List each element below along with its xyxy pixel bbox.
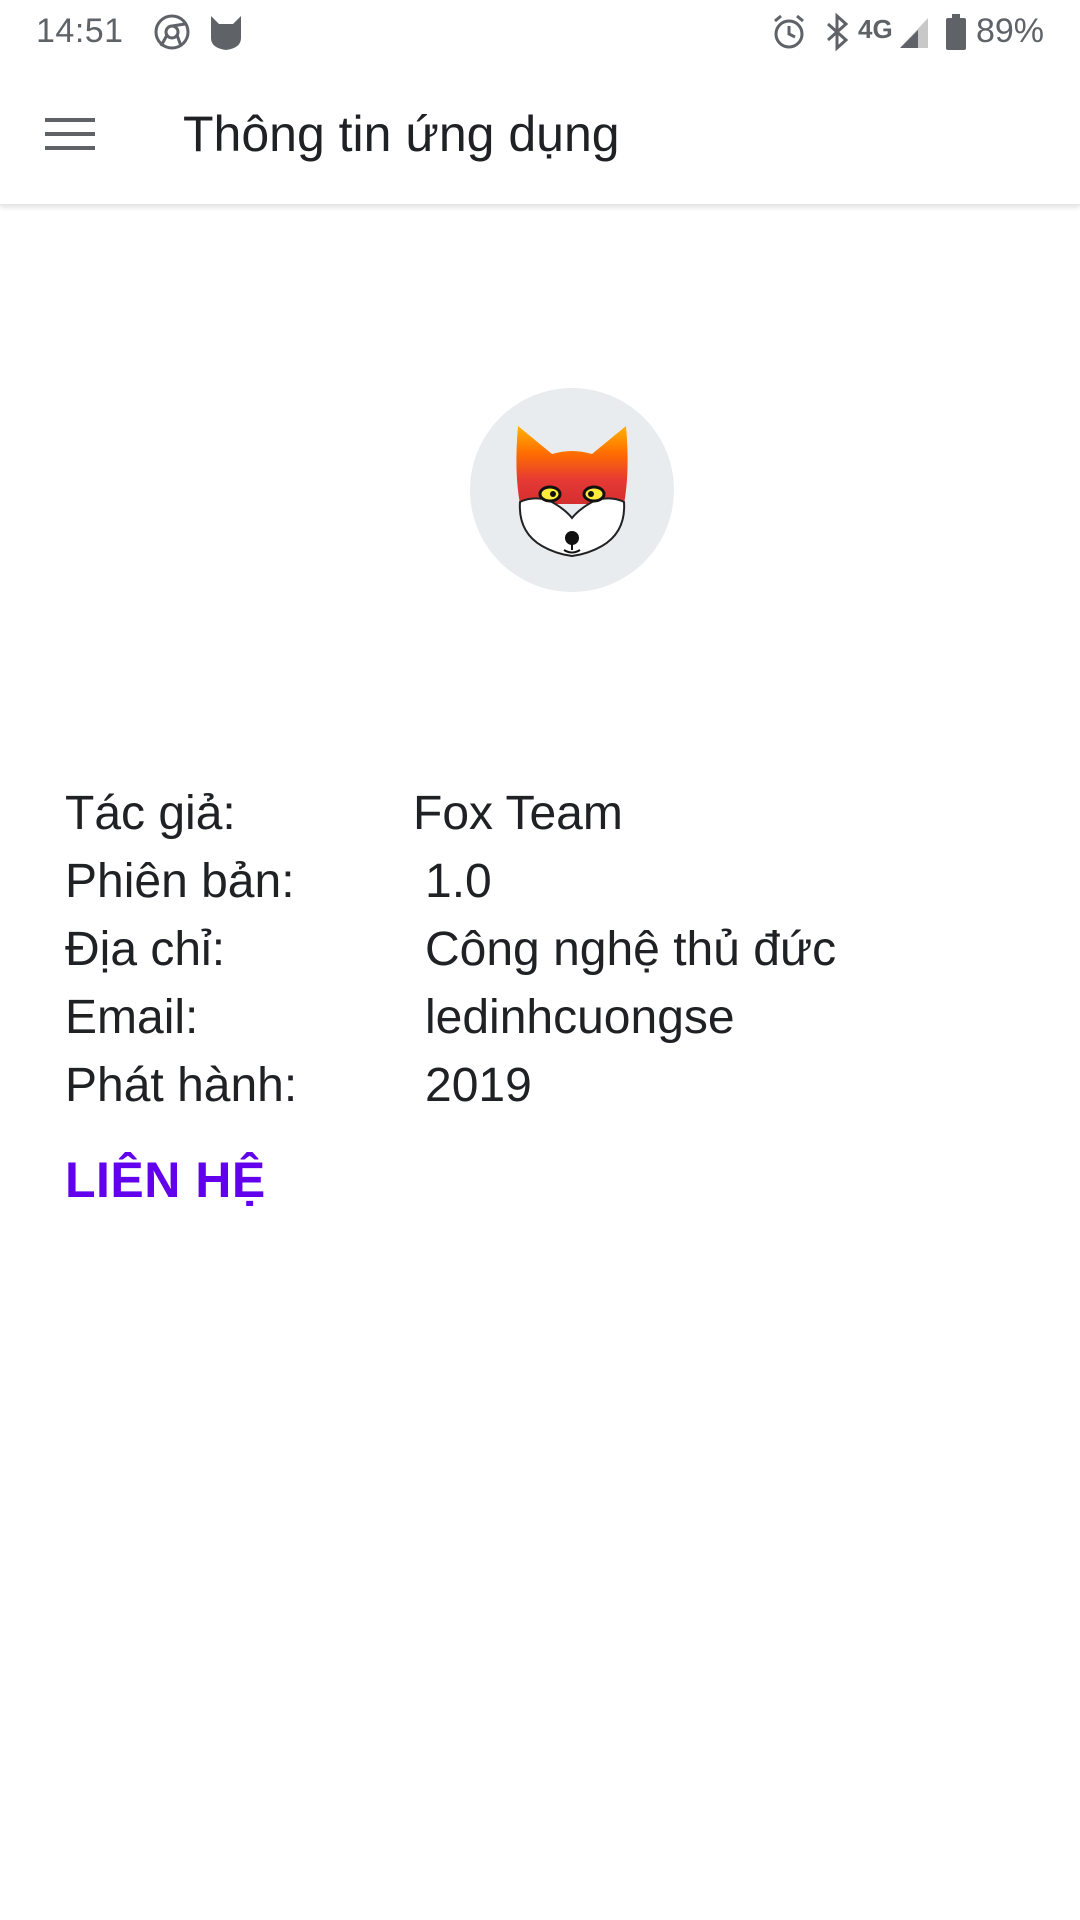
bluetooth-icon [827, 12, 849, 52]
info-row-release: Phát hành: 2019 [65, 1052, 1025, 1120]
author-label: Tác giả: [65, 787, 236, 840]
version-label: Phiên bản: [65, 855, 295, 908]
battery-percent: 89% [975, 12, 1044, 50]
contact-button[interactable]: LIÊN HỆ [65, 1147, 266, 1213]
info-row-email: Email: ledinhcuongse [65, 984, 1025, 1052]
release-value: 2019 [425, 1059, 532, 1112]
info-row-version: Phiên bản: 1.0 [65, 848, 1025, 916]
status-time: 14:51 [36, 12, 124, 50]
app-info: Tác giả: Fox Team Phiên bản: 1.0 Địa chỉ… [65, 780, 1025, 1120]
email-label: Email: [65, 991, 199, 1044]
app-bar: Thông tin ứng dụng [0, 64, 1080, 205]
battery-icon [946, 14, 966, 50]
alarm-icon [774, 14, 804, 49]
signal-icon [900, 18, 928, 48]
author-value: Fox Team [413, 787, 623, 840]
chrome-icon [154, 14, 190, 50]
hamburger-menu-icon [45, 118, 95, 150]
version-value: 1.0 [425, 855, 492, 908]
info-row-address: Địa chỉ: Công nghệ thủ đức [65, 916, 1025, 984]
network-type: 4G [858, 14, 893, 44]
fox-logo-icon [516, 426, 628, 558]
fox-notification-icon [211, 16, 241, 50]
page-title: Thông tin ứng dụng [183, 106, 620, 162]
menu-button[interactable] [30, 99, 110, 169]
status-bar: 14:51 4G 89% [0, 0, 1080, 64]
address-value: Công nghệ thủ đức [425, 923, 837, 976]
info-row-author: Tác giả: Fox Team [65, 780, 1025, 848]
app-logo [470, 388, 674, 592]
address-label: Địa chỉ: [65, 923, 226, 976]
email-value: ledinhcuongse [425, 991, 735, 1044]
release-label: Phát hành: [65, 1059, 298, 1112]
